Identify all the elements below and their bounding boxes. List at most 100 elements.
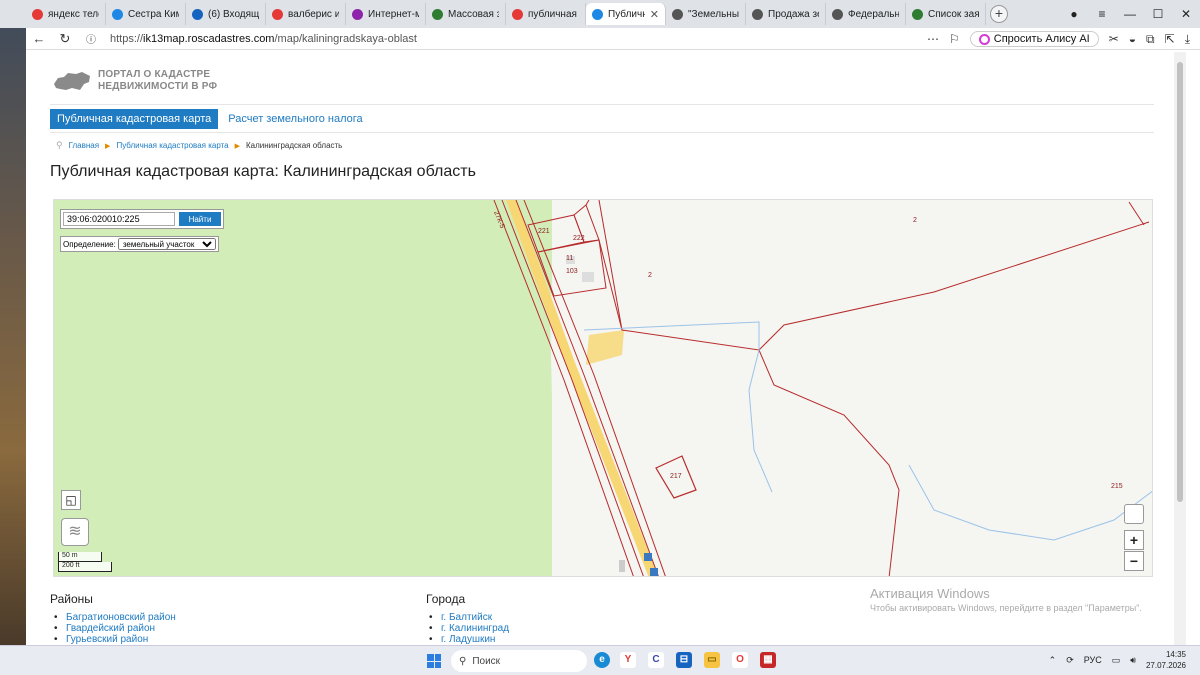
system-tray: ⌃ ⟳ РУС ▭ 🔊︎ 14:35 27.07.2026 (1049, 649, 1186, 671)
back-icon[interactable]: ← (26, 31, 52, 46)
page-scrollbar[interactable] (1174, 52, 1186, 645)
zoom-in-button[interactable]: + (1124, 530, 1144, 550)
cadastral-map[interactable]: 221 222 11 103 2 2 217 215 27К-5 Найти О… (53, 199, 1153, 577)
find-button[interactable]: Найти (179, 212, 221, 226)
tab-label: Сестра Ким Чен (128, 8, 179, 20)
breadcrumb-map[interactable]: Публичная кадастровая карта (116, 141, 228, 150)
logo-text-line1: ПОРТАЛ О КАДАСТРЕ (98, 69, 211, 80)
app-icon[interactable]: ⊟ (676, 652, 692, 668)
browser-tab[interactable]: Федеральный (826, 3, 906, 25)
windows-start-icon[interactable] (427, 654, 441, 668)
tab-favicon-icon (112, 8, 123, 20)
browser-tab[interactable]: Сестра Ким Чен (106, 3, 186, 25)
opera-icon[interactable]: O (732, 652, 748, 668)
sync-icon[interactable]: ⟳ (1066, 655, 1074, 666)
location-pin-icon: ⚲ (56, 140, 63, 150)
building (619, 560, 625, 572)
browser-tab[interactable]: (6) Входящие (186, 3, 266, 25)
extensions-icon[interactable]: ⧉ (1146, 32, 1155, 47)
web-page: ПОРТАЛ О КАДАСТРЕ НЕДВИЖИМОСТИ В РФ Публ… (26, 52, 1186, 645)
menu-item-land-tax[interactable]: Расчет земельного налога (228, 113, 362, 125)
yandex-browser-icon[interactable]: Y (620, 652, 636, 668)
scale-bar: 50 m 200 ft (58, 552, 112, 572)
browser-tab[interactable]: Список заявок (906, 3, 986, 25)
volume-icon[interactable]: 🔊︎ (1130, 655, 1136, 666)
browser-tab[interactable]: "Земельный у (666, 3, 746, 25)
taskbar-search[interactable]: ⚲ Поиск (451, 650, 587, 672)
parcel-label: 221 (538, 228, 550, 235)
address-bar: ← ↻ ⓘ https://ik13map.roscadastres.com/m… (26, 28, 1200, 50)
browser-tab[interactable]: Публичная ✕ (586, 3, 666, 25)
breadcrumb: ⚲ Главная ▶ Публичная кадастровая карта … (56, 140, 342, 151)
windows-activation-watermark: Активация Windows Чтобы активировать Win… (870, 586, 1142, 613)
browser-tab[interactable]: валберис интернет (266, 3, 346, 25)
cadastral-number-input[interactable] (63, 212, 175, 226)
breadcrumb-home[interactable]: Главная (69, 141, 99, 150)
tab-label: публичная кадастр (528, 8, 579, 20)
new-tab-button[interactable]: + (990, 5, 1008, 23)
browser-tab[interactable]: публичная кадастр (506, 3, 586, 25)
fullscreen-button[interactable]: ◱ (61, 490, 81, 510)
tab-favicon-icon (912, 8, 923, 20)
district-link[interactable]: Багратионовский район (54, 612, 176, 623)
city-link[interactable]: г. Ладушкин (429, 634, 496, 645)
reload-icon[interactable]: ↻ (52, 31, 78, 47)
browser-tab[interactable]: Интернет-магазин (346, 3, 426, 25)
file-explorer-icon[interactable]: ▭ (704, 652, 720, 668)
activation-subtitle: Чтобы активировать Windows, перейдите в … (870, 603, 1142, 613)
district-link[interactable]: Гвардейский район (54, 623, 155, 634)
display-icon[interactable]: ▭ (1112, 655, 1121, 666)
main-menu: Публичная кадастровая карта Расчет земел… (50, 109, 363, 129)
tab-label: валберис интернет (288, 8, 339, 20)
definition-label: Определение: (63, 239, 116, 249)
tab-label: Интернет-магазин (368, 8, 419, 20)
browser-tab[interactable]: Продажа земли (746, 3, 826, 25)
app-icon[interactable]: C (648, 652, 664, 668)
page-title: Публичная кадастровая карта: Калининград… (50, 163, 476, 180)
definition-control: Определение: земельный участок (60, 236, 219, 252)
language-indicator[interactable]: РУС (1084, 655, 1102, 665)
tab-bar: яндекс телеметрия Сестра Ким Чен (6) Входя… (0, 0, 1200, 28)
share-icon[interactable]: ⇱ (1165, 32, 1175, 46)
tab-favicon-icon (352, 8, 363, 20)
chevron-up-icon[interactable]: ⌃ (1049, 655, 1057, 666)
browser-tab[interactable]: яндекс телеметрия (26, 3, 106, 25)
bookmark-icon[interactable]: ⚐ (949, 32, 960, 46)
menu-item-cadastral-map[interactable]: Публичная кадастровая карта (50, 109, 219, 129)
app-icon[interactable]: ▦ (760, 652, 776, 668)
layers-button[interactable]: ≋ (61, 518, 89, 546)
minimize-button[interactable]: — (1116, 7, 1144, 21)
zoom-out-button[interactable]: − (1124, 551, 1144, 571)
menu-icon[interactable]: ≡ (1088, 7, 1116, 21)
route-sign-icon (644, 553, 652, 561)
maximize-button[interactable]: ☐ (1144, 7, 1172, 21)
adblock-icon[interactable]: ◒ (1129, 32, 1136, 46)
definition-select[interactable]: земельный участок (117, 238, 216, 250)
city-link[interactable]: г. Балтийск (429, 612, 492, 623)
close-tab-icon[interactable]: ✕ (650, 8, 659, 21)
breadcrumb-arrow-icon: ▶ (234, 142, 241, 150)
browser-tab[interactable]: Массовая загрузка (426, 3, 506, 25)
download-icon[interactable]: ⤓ (1185, 32, 1190, 47)
scrollbar-thumb[interactable] (1177, 62, 1183, 502)
city-link[interactable]: г. Калининград (429, 623, 509, 634)
tab-favicon-icon (192, 8, 203, 20)
tab-favicon-icon (592, 8, 603, 20)
ask-alice-button[interactable]: Спросить Алису AI (969, 31, 1099, 47)
site-info-icon[interactable]: ⓘ (78, 31, 104, 46)
locate-button[interactable] (1124, 504, 1144, 524)
more-icon[interactable]: ⋯ (927, 32, 939, 46)
url-field[interactable]: https://ik13map.roscadastres.com/map/kal… (110, 33, 417, 45)
profile-icon[interactable]: ● (1060, 7, 1088, 21)
close-window-button[interactable]: ✕ (1172, 7, 1200, 21)
edge-icon[interactable]: e (594, 652, 610, 668)
divider (50, 104, 1154, 105)
clock[interactable]: 14:35 27.07.2026 (1146, 649, 1186, 671)
site-logo[interactable]: ПОРТАЛ О КАДАСТРЕ НЕДВИЖИМОСТИ В РФ (52, 68, 217, 94)
windows-taskbar: ⚲ Поиск e Y C ⊟ ▭ O ▦ ⌃ ⟳ РУС ▭ 🔊︎ 14:35 … (0, 645, 1200, 675)
map-canvas[interactable]: 221 222 11 103 2 2 217 215 27К-5 (54, 200, 1153, 577)
open-area (552, 200, 1152, 576)
parcel-label: 2 (648, 272, 652, 279)
district-link[interactable]: Гурьевский район (54, 634, 148, 645)
tools-icon[interactable]: ✂ (1109, 32, 1119, 46)
